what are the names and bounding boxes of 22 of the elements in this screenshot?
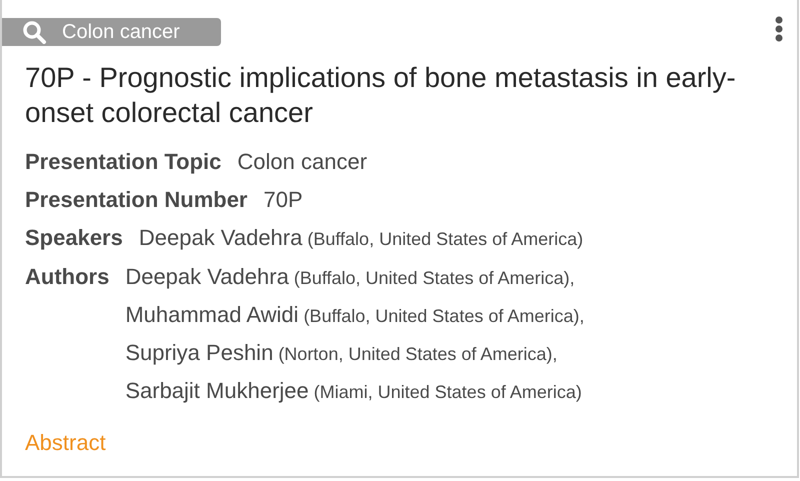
person-affiliation: (Miami, United States of America) xyxy=(314,381,582,404)
presentation-title: 70P - Prognostic implications of bone metastasis in early-onset colorectal cancer xyxy=(25,61,737,130)
person-affiliation: (Buffalo, United States of America), xyxy=(304,305,584,328)
person-name: Deepak Vadehra xyxy=(138,224,302,252)
person-affiliation: (Buffalo, United States of America), xyxy=(294,267,575,290)
abstract-link[interactable]: Abstract xyxy=(25,426,106,459)
person-name: Sarbajit Mukherjee xyxy=(125,377,309,405)
search-icon xyxy=(22,20,48,44)
field-label: Presentation Number xyxy=(25,186,248,214)
more-options-icon[interactable] xyxy=(775,16,783,42)
topic-tag[interactable]: Colon cancer xyxy=(2,18,221,46)
field-label: Authors xyxy=(25,263,110,291)
person-name: Deepak Vadehra xyxy=(125,263,289,291)
field-label: Speakers xyxy=(25,224,123,252)
person-name: Supriya Peshin xyxy=(125,339,274,367)
person-name: Muhammad Awidi xyxy=(125,301,299,329)
person-affiliation: (Buffalo, United States of America) xyxy=(307,228,584,251)
field-value: 70P xyxy=(264,186,303,214)
field-value: Colon cancer xyxy=(237,148,368,176)
field-label: Presentation Topic xyxy=(25,148,222,176)
tag-label: Colon cancer xyxy=(62,20,180,45)
person-affiliation: (Norton, United States of America), xyxy=(278,343,558,366)
